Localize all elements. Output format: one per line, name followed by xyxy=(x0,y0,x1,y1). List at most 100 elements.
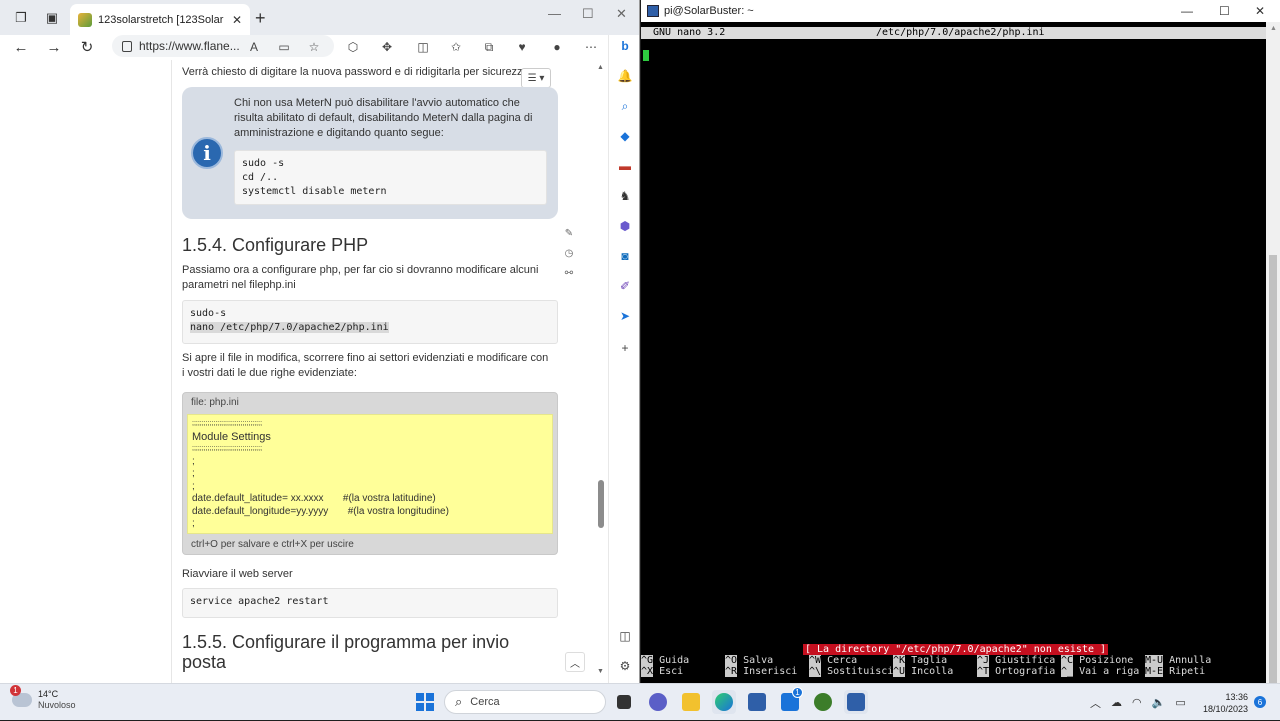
onedrive-icon[interactable]: ☁ xyxy=(1111,696,1122,709)
nano-shortcut-label: Sostituisci xyxy=(821,666,894,677)
weather-temp: 14°C xyxy=(38,689,59,699)
extension-icon[interactable]: ⬡ xyxy=(344,38,362,56)
maximize-button[interactable]: ☐ xyxy=(582,6,594,22)
scroll-thumb[interactable] xyxy=(598,480,604,528)
immersive-reader-icon[interactable]: ▭ xyxy=(275,38,293,56)
read-aloud-icon[interactable]: A xyxy=(245,38,263,56)
terminal-window[interactable]: pi@SolarBuster: ~ — ☐ ✕ GNU nano 3.2 /et… xyxy=(641,0,1280,683)
nano-shortcut: ^W Cerca xyxy=(809,655,857,666)
nano-error-message: [ La directory "/etc/php/7.0/apache2" no… xyxy=(803,644,1109,655)
copilot-icon[interactable]: b xyxy=(616,37,634,55)
toc-button[interactable]: ☰ ▾ xyxy=(521,68,551,88)
close-window-button[interactable]: ✕ xyxy=(616,6,627,22)
file-line-longitude: date.default_longitude=yy.yyyy #(la vost… xyxy=(192,505,449,517)
split-screen-icon[interactable]: ◫ xyxy=(414,38,432,56)
bell-icon[interactable]: 🔔 xyxy=(616,67,634,85)
volume-icon[interactable]: 🔈 xyxy=(1152,696,1166,709)
text-cursor xyxy=(643,50,649,61)
nano-shortcut-label: Ortografia xyxy=(989,666,1056,677)
nano-shortcut: ^U Incolla xyxy=(893,666,953,677)
workspaces-icon[interactable]: ❐ xyxy=(10,8,32,28)
outlook-icon[interactable]: ◙ xyxy=(616,247,634,265)
file-line: ; xyxy=(192,468,195,479)
nano-shortcut: ^T Ortografia xyxy=(977,666,1055,677)
file-header: file: php.ini xyxy=(191,397,239,408)
nano-shortcut-key: ^U xyxy=(893,666,906,677)
putty-active-icon[interactable] xyxy=(844,690,868,714)
section-heading-155: 1.5.5. Configurare il programma per invi… xyxy=(182,632,510,672)
address-bar[interactable]: https://www.flane... xyxy=(112,35,334,57)
active-tab[interactable]: 123solarstretch [123Solar / Mete ✕ xyxy=(70,4,250,35)
tab-actions-icon[interactable]: ▣ xyxy=(41,8,63,28)
forward-button[interactable]: → xyxy=(44,37,64,57)
favorite-star-icon[interactable]: ☆ xyxy=(305,38,323,56)
profile-icon[interactable]: ● xyxy=(548,38,566,56)
terminal-scrollbar[interactable]: ▲ xyxy=(1266,22,1280,683)
tools-icon[interactable]: ▬ xyxy=(616,157,634,175)
favorites-icon[interactable]: ✩ xyxy=(447,38,465,56)
back-to-top-button[interactable]: ︿ xyxy=(565,652,585,672)
minimize-button[interactable]: — xyxy=(548,6,561,21)
page-scrollbar[interactable]: ▲ ▼ xyxy=(594,60,608,683)
browser-essentials-icon[interactable]: ♥ xyxy=(513,38,531,56)
taskbar: 1 14°C Nuvoloso ⌕ Cerca 1 ︿ ☁ ◠ 🔈 ▭ 13:3… xyxy=(0,683,1280,720)
nano-shortcut-label: Taglia xyxy=(905,655,948,666)
terminal-close-button[interactable]: ✕ xyxy=(1255,4,1265,18)
wifi-icon[interactable]: ◠ xyxy=(1132,696,1142,709)
m365-icon[interactable]: ⬢ xyxy=(616,217,634,235)
nano-shortcut: M-E Ripeti xyxy=(1145,666,1205,677)
start-button[interactable] xyxy=(416,693,434,711)
scroll-up-arrow-icon[interactable]: ▲ xyxy=(597,64,604,71)
battery-icon[interactable]: ▭ xyxy=(1175,696,1185,709)
collections-icon[interactable]: ⧉ xyxy=(480,38,498,56)
edit-icon[interactable]: ✎ xyxy=(562,228,576,242)
putty-taskbar-icon[interactable] xyxy=(745,690,769,714)
store-icon[interactable]: 1 xyxy=(778,687,803,714)
settings-gear-icon[interactable]: ⚙ xyxy=(616,657,634,675)
terminal-maximize-button[interactable]: ☐ xyxy=(1219,4,1230,18)
taskbar-search[interactable]: ⌕ Cerca xyxy=(444,690,606,714)
sidebar-toggle-icon[interactable]: ◫ xyxy=(616,627,634,645)
notification-badge[interactable]: 6 xyxy=(1254,696,1266,708)
nano-shortcut-label: Cerca xyxy=(821,655,858,666)
designer-icon[interactable]: ✐ xyxy=(616,277,634,295)
shopping-tag-icon[interactable]: ◆ xyxy=(616,127,634,145)
nano-shortcut: ^X Esci xyxy=(641,666,683,677)
note-text: Chi non usa MeterN può disabilitare l'av… xyxy=(234,97,533,139)
terminal-title: pi@SolarBuster: ~ xyxy=(664,5,754,17)
games-icon[interactable]: ♞ xyxy=(616,187,634,205)
nano-shortcut-key: ^K xyxy=(893,655,906,666)
terminal-minimize-button[interactable]: — xyxy=(1181,4,1193,18)
link-icon[interactable]: ⚯ xyxy=(562,268,576,282)
nano-shortcut: ^J Giustifica xyxy=(977,655,1055,666)
task-view-icon[interactable] xyxy=(612,690,636,714)
terminal-scroll-up-icon[interactable]: ▲ xyxy=(1270,25,1277,32)
more-menu-icon[interactable]: ⋯ xyxy=(582,38,600,56)
refresh-button[interactable]: ↻ xyxy=(77,37,97,57)
back-button[interactable]: ← xyxy=(11,37,31,57)
terminal-scroll-thumb[interactable] xyxy=(1269,255,1277,683)
drop-icon[interactable]: ➤ xyxy=(616,307,634,325)
nano-shortcut-label: Giustifica xyxy=(989,655,1056,666)
history-icon[interactable]: ◷ xyxy=(562,248,576,262)
clock[interactable]: 13:36 18/10/2023 xyxy=(1196,691,1248,715)
scroll-down-arrow-icon[interactable]: ▼ xyxy=(597,668,604,675)
file-explorer-icon[interactable] xyxy=(679,690,703,714)
search-icon: ⌕ xyxy=(455,694,463,709)
app-globe-icon[interactable] xyxy=(811,690,835,714)
chat-icon[interactable] xyxy=(646,690,670,714)
new-tab-button[interactable]: + xyxy=(255,8,266,29)
tab-bar: ❐ ▣ 123solarstretch [123Solar / Mete ✕ +… xyxy=(0,0,639,35)
weather-widget[interactable]: 1 14°C Nuvoloso xyxy=(10,685,76,711)
search-icon[interactable]: ⌕ xyxy=(616,97,634,115)
nano-shortcut-key: M-U xyxy=(1145,655,1164,666)
tray-chevron-icon[interactable]: ︿ xyxy=(1090,695,1101,711)
nano-version: GNU nano 3.2 xyxy=(653,27,726,38)
search-label: Cerca xyxy=(470,696,500,708)
add-sidebar-icon[interactable]: + xyxy=(616,339,634,357)
close-tab-icon[interactable]: ✕ xyxy=(232,13,242,27)
file-content: ;;;;;;;;;;;;;;;;;;;;;;;;;;;;;;;;;;;; Mod… xyxy=(187,414,553,534)
note-code-block: sudo -s cd /.. systemctl disable metern xyxy=(234,150,547,205)
extensions-puzzle-icon[interactable]: ✥ xyxy=(378,38,396,56)
edge-icon[interactable] xyxy=(712,690,736,714)
